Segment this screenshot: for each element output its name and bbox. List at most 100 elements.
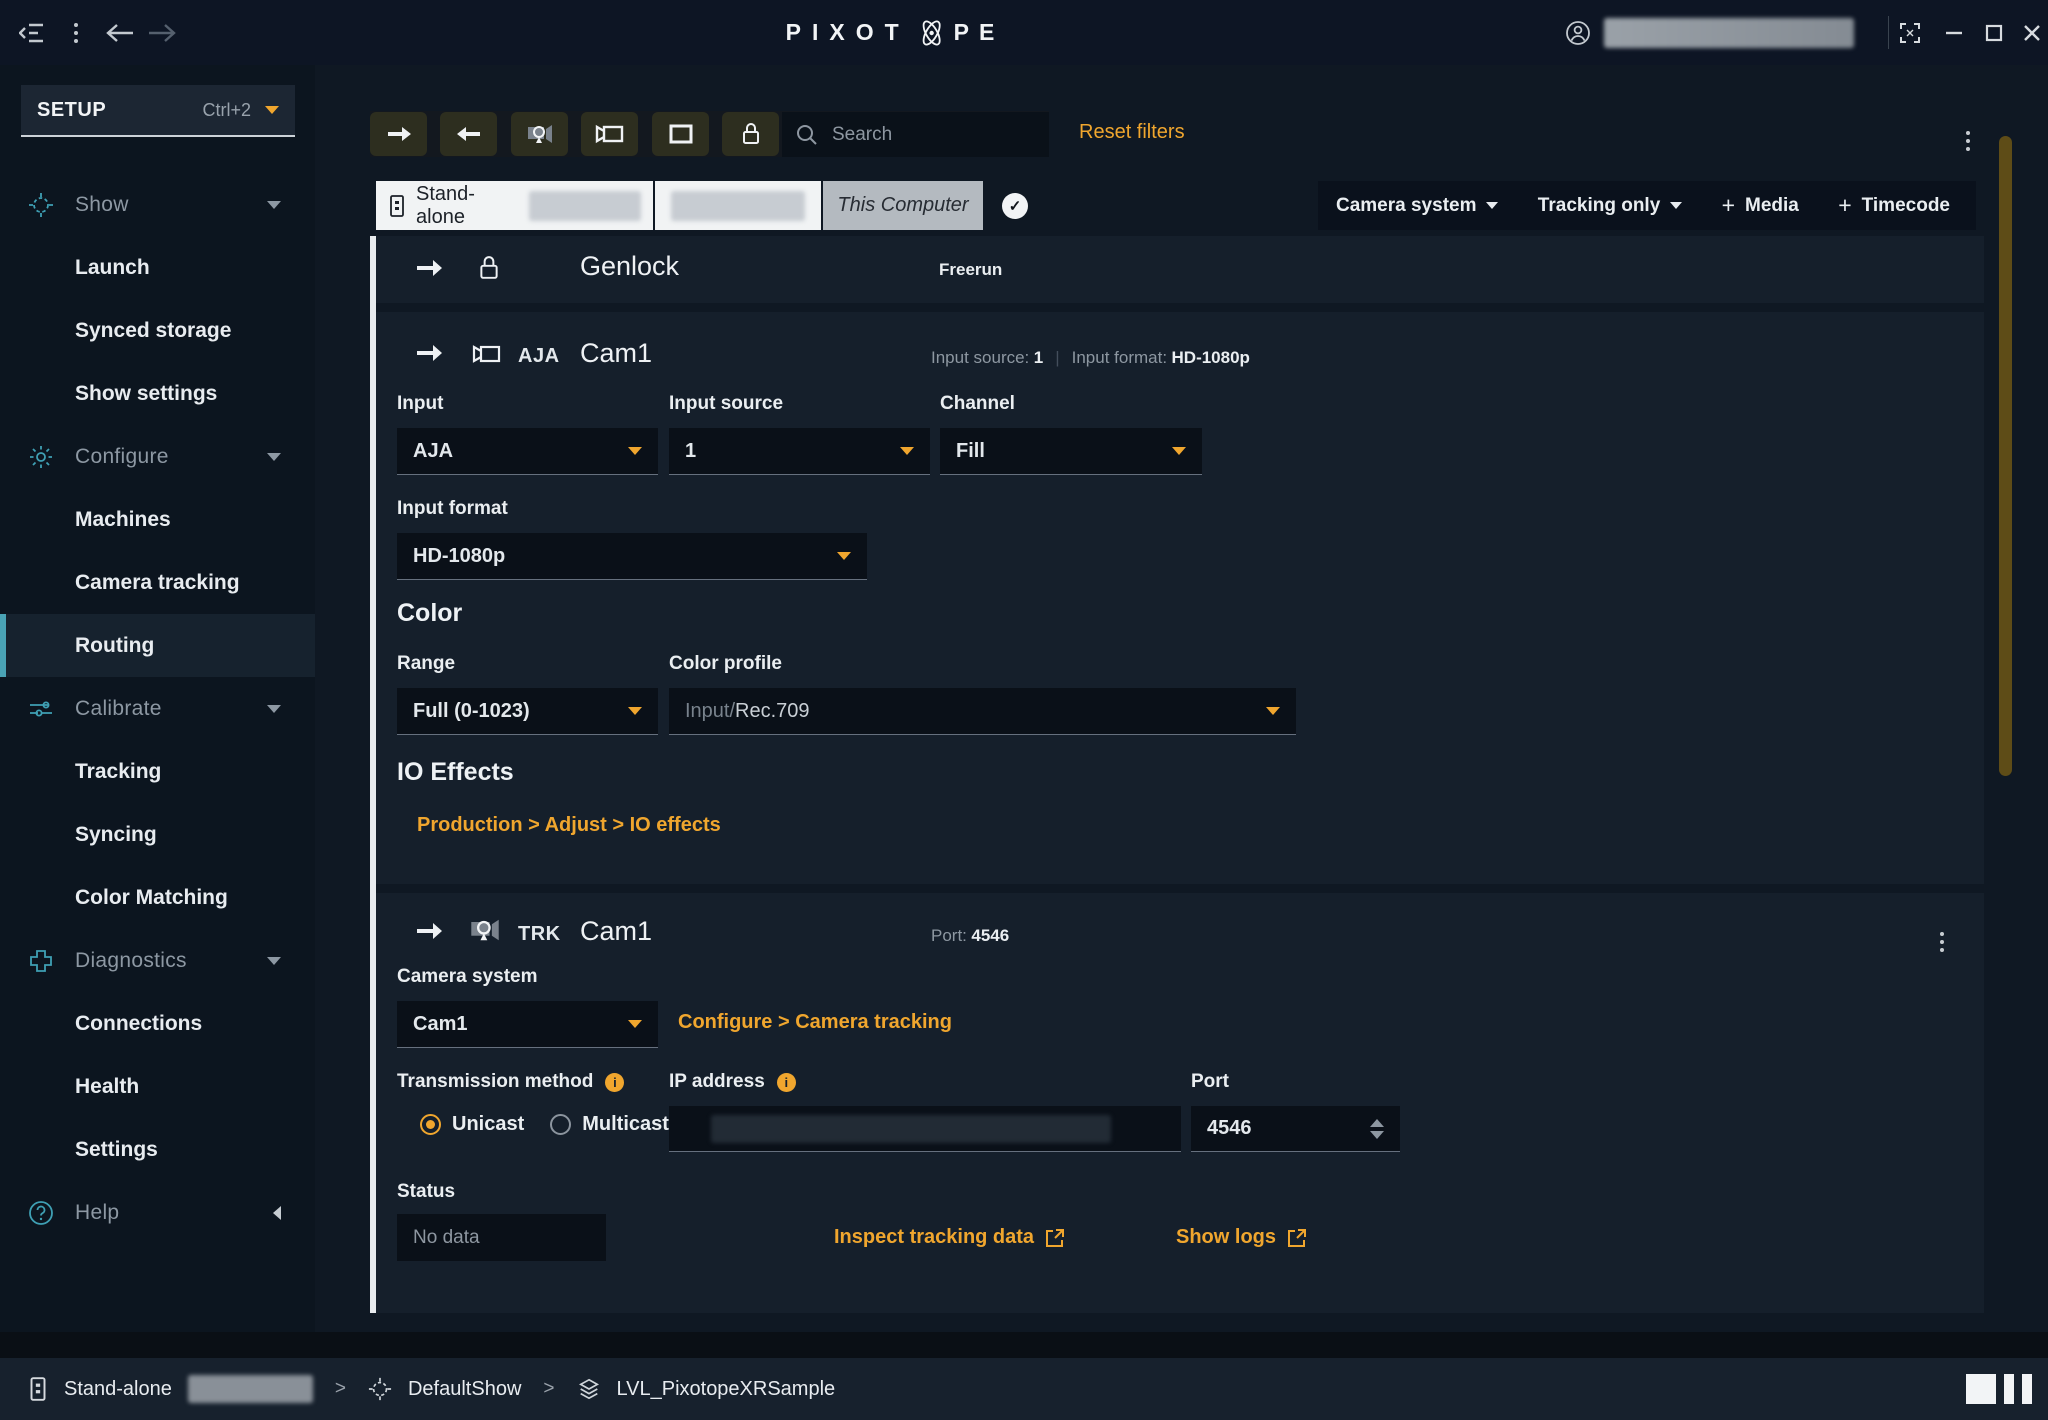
reset-filters-button[interactable]: Reset filters (1079, 121, 1185, 144)
filter-lock-button[interactable] (722, 112, 779, 156)
input-source-field: Input source 1 (669, 393, 930, 475)
sidebar-item-launch[interactable]: Launch (0, 236, 315, 299)
sidebar-section-help[interactable]: Help (0, 1181, 315, 1244)
field-label: Input format (397, 498, 867, 520)
chevron-down-icon (900, 447, 914, 455)
inspect-tracking-data-link[interactable]: Inspect tracking data (834, 1226, 1066, 1249)
sidebar-item-machines[interactable]: Machines (0, 488, 315, 551)
input-field: Input AJA (397, 393, 658, 475)
sidebar-item-camera-tracking[interactable]: Camera tracking (0, 551, 315, 614)
input-select[interactable]: AJA (397, 428, 658, 475)
filter-video-button[interactable] (581, 112, 638, 156)
select-value: Cam1 (413, 1013, 467, 1036)
camera-system-select[interactable]: Cam1 (397, 1001, 658, 1048)
sidebar-item-show-settings[interactable]: Show settings (0, 362, 315, 425)
vertical-scrollbar[interactable] (1999, 136, 2012, 776)
sidebar-item-routing[interactable]: Routing (0, 614, 315, 677)
sidebar-section-configure[interactable]: Configure (0, 425, 315, 488)
titlebar-divider (1888, 16, 1889, 49)
chevron-down-icon (267, 201, 281, 209)
layout-panel-button[interactable] (2022, 1374, 2032, 1404)
layout-panel-button[interactable] (2004, 1374, 2014, 1404)
input-source-select[interactable]: 1 (669, 428, 930, 475)
sidebar-section-label: Configure (75, 445, 169, 469)
io-summary: Input source: 1 | Input format: HD-1080p (931, 348, 1250, 368)
kebab-menu-icon[interactable] (56, 0, 96, 65)
port-input[interactable]: 4546 (1191, 1106, 1400, 1152)
color-section-heading: Color (397, 599, 462, 628)
lock-icon (477, 253, 501, 288)
breadcrumb-machine[interactable]: Stand-alone (64, 1378, 172, 1401)
sidebar-item-label: Routing (75, 634, 154, 658)
info-icon[interactable]: i (605, 1073, 624, 1092)
sidebar-section-show[interactable]: Show (0, 173, 315, 236)
route-arrow-icon[interactable] (415, 920, 443, 947)
toolbar-kebab-icon[interactable] (1966, 122, 1970, 151)
tracking-only-filter[interactable]: Tracking only (1538, 195, 1682, 217)
tab-label: This Computer (837, 194, 968, 217)
color-profile-select[interactable]: Input/ Rec.709 (669, 688, 1296, 735)
tab-label: Stand-alone (416, 183, 519, 229)
route-arrow-icon[interactable] (415, 342, 443, 369)
select-value: Full (0-1023) (413, 700, 530, 723)
breadcrumb-level[interactable]: LVL_PixotopeXRSample (617, 1378, 836, 1401)
sidebar-item-color-matching[interactable]: Color Matching (0, 866, 315, 929)
forward-arrow-icon[interactable] (142, 0, 182, 65)
channel-select[interactable]: Fill (940, 428, 1202, 475)
redacted-username (1604, 18, 1854, 48)
info-icon[interactable]: i (777, 1073, 796, 1092)
filter-tracking-button[interactable] (511, 112, 568, 156)
filter-forward-button[interactable] (370, 112, 427, 156)
panel-kebab-icon[interactable] (1940, 923, 1944, 952)
back-arrow-icon[interactable] (100, 0, 140, 65)
add-timecode-button[interactable]: + Timecode (1838, 192, 1950, 219)
show-logs-link[interactable]: Show logs (1176, 1226, 1308, 1249)
mode-selector[interactable]: SETUP Ctrl+2 (21, 85, 295, 137)
link-label: Show logs (1176, 1226, 1276, 1249)
sidebar-item-tracking[interactable]: Tracking (0, 740, 315, 803)
fullscreen-icon[interactable] (1892, 0, 1928, 65)
breadcrumb-show[interactable]: DefaultShow (408, 1378, 521, 1401)
range-select[interactable]: Full (0-1023) (397, 688, 658, 735)
io-effects-link[interactable]: Production > Adjust > IO effects (417, 814, 721, 837)
filter-frame-button[interactable] (652, 112, 709, 156)
sidebar-section-diagnostics[interactable]: Diagnostics (0, 929, 315, 992)
sidebar-item-settings[interactable]: Settings (0, 1118, 315, 1181)
route-arrow-icon[interactable] (415, 257, 443, 284)
panel-title: Cam1 (580, 916, 652, 947)
sidebar-item-connections[interactable]: Connections (0, 992, 315, 1055)
trk-summary: Port: 4546 (931, 926, 1009, 946)
tab-stand-alone[interactable]: Stand-alone (376, 181, 653, 230)
input-format-select[interactable]: HD-1080p (397, 533, 867, 580)
help-icon (28, 1200, 54, 1226)
select-value: AJA (413, 440, 453, 463)
check-circle-icon: ✓ (1002, 193, 1028, 219)
status-label: Status (397, 1181, 455, 1203)
minimize-button[interactable] (1936, 0, 1972, 65)
camera-system-filter[interactable]: Camera system (1336, 195, 1498, 217)
sidebar-item-synced-storage[interactable]: Synced storage (0, 299, 315, 362)
field-label: Port (1191, 1071, 1400, 1093)
tab-this-computer[interactable]: This Computer (823, 181, 983, 230)
filter-back-button[interactable] (440, 112, 497, 156)
search-input[interactable] (830, 123, 1010, 147)
maximize-button[interactable] (1976, 0, 2012, 65)
configure-camera-tracking-link[interactable]: Configure > Camera tracking (678, 1011, 952, 1034)
sidebar-section-label: Diagnostics (75, 949, 187, 973)
layout-main-button[interactable] (1966, 1374, 1996, 1404)
number-stepper[interactable] (1370, 1119, 1384, 1139)
close-button[interactable] (2014, 0, 2048, 65)
summary-value: 1 (1034, 348, 1043, 368)
sidebar-item-label: Machines (75, 508, 171, 532)
sidebar-item-health[interactable]: Health (0, 1055, 315, 1118)
layout-controls (1966, 1374, 2032, 1404)
ip-address-input[interactable] (669, 1106, 1181, 1152)
unicast-radio[interactable]: Unicast (420, 1113, 524, 1136)
sidebar-section-calibrate[interactable]: Calibrate (0, 677, 315, 740)
tab-redacted[interactable] (655, 181, 821, 230)
sidebar-item-syncing[interactable]: Syncing (0, 803, 315, 866)
multicast-radio[interactable]: Multicast (550, 1113, 669, 1136)
add-media-button[interactable]: + Media (1722, 192, 1799, 219)
user-account-icon[interactable] (1558, 0, 1598, 65)
collapse-sidebar-icon[interactable] (12, 0, 52, 65)
